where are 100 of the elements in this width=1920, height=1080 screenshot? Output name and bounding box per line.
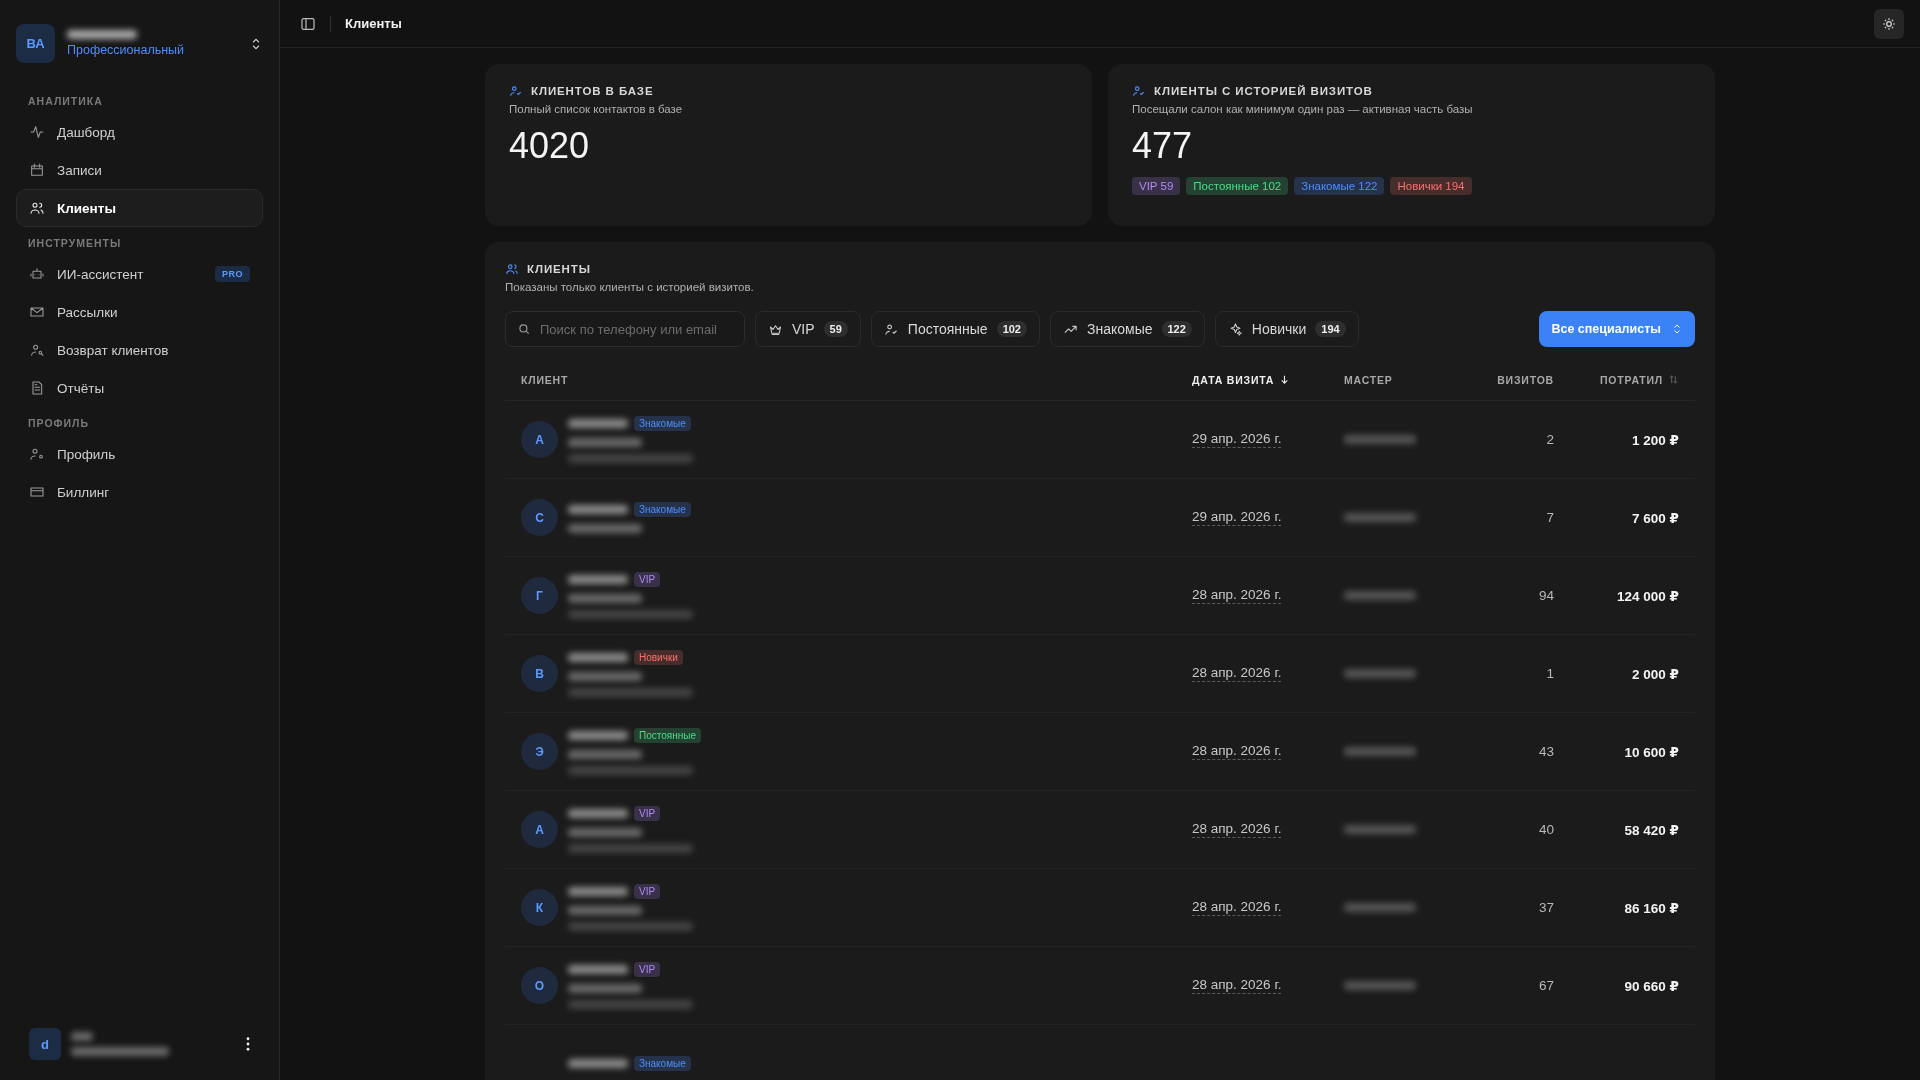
column-header[interactable]: ДАТА ВИЗИТА <box>1192 373 1344 386</box>
pro-badge: PRO <box>215 266 250 282</box>
blurred-text <box>568 575 628 584</box>
sun-icon <box>1882 16 1896 31</box>
nav-icon <box>29 266 45 282</box>
filter-chip[interactable]: Постоянные 102 <box>870 311 1040 347</box>
page-title: Клиенты <box>345 16 402 31</box>
client-avatar: В <box>521 655 558 692</box>
filter-chip[interactable]: Новички 194 <box>1214 311 1359 347</box>
segment-tag: VIP <box>634 962 661 977</box>
nav-icon <box>29 304 45 320</box>
segment-tag: Знакомые <box>634 416 691 431</box>
blurred-text <box>1344 591 1416 600</box>
segment-tag: Знакомые 122 <box>1294 177 1385 195</box>
panel-title: КЛИЕНТЫ <box>527 263 591 275</box>
nav-item[interactable]: Клиенты <box>16 189 263 227</box>
client-avatar: О <box>521 967 558 1004</box>
visit-count: 43 <box>1538 744 1554 759</box>
sidebar-toggle-icon[interactable] <box>300 15 316 32</box>
column-header[interactable]: ВИЗИТОВ <box>1474 373 1554 386</box>
card-subtitle: Полный список контактов в базе <box>509 103 684 115</box>
blurred-text <box>568 731 628 740</box>
visit-count: 2 <box>1546 432 1554 447</box>
specialists-dropdown[interactable]: Все специалисты <box>1539 311 1695 347</box>
sparkles-icon <box>1227 321 1243 337</box>
visit-count: 7 <box>1546 510 1554 525</box>
segment-tag: VIP <box>634 572 661 587</box>
nav-item[interactable]: Профиль <box>16 435 263 473</box>
visit-count: 40 <box>1538 822 1554 837</box>
visit-date: 28 апр. 2026 г. <box>1192 899 1282 916</box>
search-icon <box>517 322 531 336</box>
visit-count: 37 <box>1538 900 1554 915</box>
segment-tag: Постоянные 102 <box>1186 177 1289 195</box>
blurred-text <box>1344 435 1416 444</box>
stat-value: 4020 <box>509 125 591 167</box>
blurred-text <box>568 419 628 428</box>
column-header[interactable]: КЛИЕНТ <box>521 373 1192 386</box>
visit-date: 28 апр. 2026 г. <box>1192 743 1282 760</box>
sort-icon <box>1668 374 1679 385</box>
user-check-icon <box>883 321 899 337</box>
blurred-text <box>1344 747 1416 756</box>
more-icon[interactable] <box>246 1037 250 1051</box>
section-heading: АНАЛИТИКА <box>27 94 104 109</box>
spent-amount: 7 600 ₽ <box>1632 509 1679 526</box>
filter-chip[interactable]: Знакомые 122 <box>1050 311 1205 347</box>
nav-item[interactable]: Рассылки <box>16 293 263 331</box>
nav-icon <box>29 124 45 140</box>
search-field[interactable]: Поиск по телефону или email <box>505 311 745 347</box>
spent-amount: 1 200 ₽ <box>1632 431 1679 448</box>
blurred-text <box>568 1059 628 1068</box>
visit-count: 67 <box>1538 978 1554 993</box>
blurred-text <box>568 809 628 818</box>
nav-icon <box>29 484 45 500</box>
nav-item[interactable]: Записи <box>16 151 263 189</box>
visit-date: 28 апр. 2026 г. <box>1192 821 1282 838</box>
blurred-text <box>568 505 628 514</box>
filter-chip[interactable]: VIP 59 <box>755 311 861 347</box>
nav-item[interactable]: Отчёты <box>16 369 263 407</box>
spent-amount: 86 160 ₽ <box>1624 899 1679 916</box>
nav-item[interactable]: Дашборд <box>16 113 263 151</box>
client-avatar: Г <box>521 577 558 614</box>
theme-toggle-button[interactable] <box>1874 8 1904 39</box>
spent-amount: 58 420 ₽ <box>1624 821 1679 838</box>
client-avatar: А <box>521 811 558 848</box>
nav-item[interactable]: ИИ-ассистент PRO <box>16 255 263 293</box>
blurred-text <box>67 30 137 39</box>
blurred-text <box>1344 669 1416 678</box>
workspace-avatar: ВА <box>16 24 55 63</box>
chevron-updown-icon <box>1671 323 1683 335</box>
client-avatar: Э <box>521 733 558 770</box>
nav-item[interactable]: Биллинг <box>16 473 263 511</box>
nav-item[interactable]: Возврат клиентов <box>16 331 263 369</box>
visit-date: 29 апр. 2026 г. <box>1192 431 1282 448</box>
nav-icon <box>29 200 45 216</box>
visit-date: 28 апр. 2026 г. <box>1192 587 1282 604</box>
segment-tag: VIP <box>634 884 661 899</box>
segment-tag: Знакомые <box>634 502 691 517</box>
spent-amount: 124 000 ₽ <box>1617 587 1679 604</box>
segment-tag: Постоянные <box>634 728 701 743</box>
users-icon <box>509 84 523 98</box>
visit-date: 28 апр. 2026 г. <box>1192 665 1282 682</box>
blurred-text <box>1344 825 1416 834</box>
spent-amount: 90 660 ₽ <box>1624 977 1679 994</box>
client-avatar: А <box>521 421 558 458</box>
section-heading: ИНСТРУМЕНТЫ <box>27 236 123 251</box>
segment-tag: Новички 194 <box>1390 177 1472 195</box>
client-avatar: К <box>521 889 558 926</box>
card-title: КЛИЕНТЫ С ИСТОРИЕЙ ВИЗИТОВ <box>1154 85 1373 97</box>
column-header[interactable]: ПОТРАТИЛ <box>1554 373 1679 386</box>
blurred-text <box>1344 903 1416 912</box>
segment-tag: Новички <box>634 650 683 665</box>
visit-count: 1 <box>1546 666 1554 681</box>
blurred-text <box>1344 981 1416 990</box>
section-heading: ПРОФИЛЬ <box>27 416 90 431</box>
column-header[interactable]: МАСТЕР <box>1344 373 1474 386</box>
users-icon <box>1132 84 1146 98</box>
panel-subtitle: Показаны только клиенты с историей визитов. <box>505 281 755 293</box>
blurred-text <box>568 653 628 662</box>
nav-icon <box>29 162 45 178</box>
nav-icon <box>29 446 45 462</box>
